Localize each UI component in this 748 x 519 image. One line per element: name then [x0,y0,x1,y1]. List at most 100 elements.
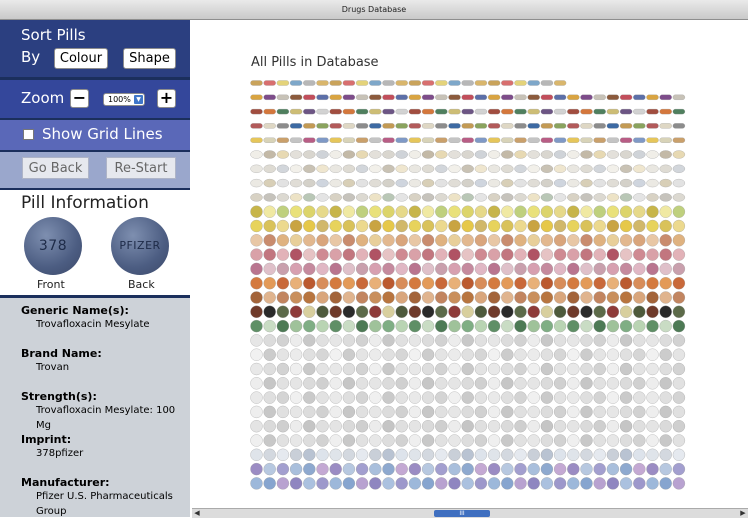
pill-thumbnail[interactable] [289,420,303,433]
pill-thumbnail[interactable] [355,205,369,218]
pill-thumbnail[interactable] [553,234,567,247]
pill-thumbnail[interactable] [527,234,540,247]
pill-thumbnail[interactable] [316,477,329,490]
pill-thumbnail[interactable] [382,262,395,276]
pill-thumbnail[interactable] [619,362,633,376]
pill-thumbnail[interactable] [289,405,303,419]
pill-thumbnail[interactable] [672,234,686,247]
pill-thumbnail[interactable] [289,80,303,86]
pill-thumbnail[interactable] [514,193,527,202]
pill-thumbnail[interactable] [369,319,382,333]
pill-thumbnail[interactable] [659,108,672,115]
pill-thumbnail[interactable] [408,434,422,447]
pill-thumbnail[interactable] [408,348,422,361]
pill-thumbnail[interactable] [659,164,672,173]
pill-thumbnail[interactable] [633,164,646,173]
pill-thumbnail[interactable] [250,205,263,218]
pill-thumbnail[interactable] [540,277,554,290]
pill-thumbnail[interactable] [250,178,263,188]
pill-thumbnail[interactable] [408,362,422,376]
pill-thumbnail[interactable] [355,434,369,447]
pill-thumbnail[interactable] [553,477,567,490]
pill-thumbnail[interactable] [316,234,329,247]
pill-thumbnail[interactable] [580,137,593,143]
pill-thumbnail[interactable] [289,462,303,476]
pill-thumbnail[interactable] [448,262,461,276]
pill-thumbnail[interactable] [672,205,686,218]
pill-thumbnail[interactable] [382,319,395,333]
pill-thumbnail[interactable] [289,305,303,318]
pill-thumbnail[interactable] [342,334,356,347]
pill-thumbnail[interactable] [646,94,659,100]
pill-thumbnail[interactable] [619,262,633,276]
pill-thumbnail[interactable] [263,405,276,419]
pill-thumbnail[interactable] [289,193,303,202]
pill-thumbnail[interactable] [659,420,672,433]
pill-thumbnail[interactable] [382,164,395,173]
pill-thumbnail[interactable] [553,94,567,100]
pill-thumbnail[interactable] [487,123,501,129]
pill-thumbnail[interactable] [514,164,527,173]
pill-thumbnail[interactable] [303,178,316,188]
pill-thumbnail[interactable] [276,420,290,433]
pill-thumbnail[interactable] [633,108,646,115]
pill-thumbnail[interactable] [606,193,620,202]
pill-canvas[interactable]: All Pills in Database [192,20,748,508]
pill-thumbnail[interactable] [289,277,303,290]
pill-thumbnail[interactable] [540,248,554,261]
pill-thumbnail[interactable] [659,205,672,218]
pill-thumbnail[interactable] [567,462,580,476]
pill-thumbnail[interactable] [527,248,540,261]
pill-thumbnail[interactable] [619,248,633,261]
pill-thumbnail[interactable] [369,448,382,461]
pill-thumbnail[interactable] [501,164,514,173]
pill-thumbnail[interactable] [540,193,554,202]
pill-thumbnail[interactable] [487,178,501,188]
pill-thumbnail[interactable] [289,362,303,376]
pill-thumbnail[interactable] [329,434,342,447]
pill-thumbnail[interactable] [606,108,620,115]
pill-thumbnail[interactable] [263,348,276,361]
pill-thumbnail[interactable] [421,94,435,100]
pill-thumbnail[interactable] [276,462,290,476]
pill-thumbnail[interactable] [606,405,620,419]
pill-thumbnail[interactable] [461,94,474,100]
pill-thumbnail[interactable] [448,434,461,447]
pill-thumbnail[interactable] [514,334,527,347]
pill-thumbnail[interactable] [540,150,554,159]
pill-thumbnail[interactable] [369,94,382,100]
pill-thumbnail[interactable] [421,477,435,490]
pill-thumbnail[interactable] [369,234,382,247]
pill-thumbnail[interactable] [276,137,290,143]
pill-thumbnail[interactable] [329,334,342,347]
pill-thumbnail[interactable] [633,348,646,361]
pill-thumbnail[interactable] [567,305,580,318]
pill-thumbnail[interactable] [369,219,382,233]
pill-thumbnail[interactable] [461,123,474,129]
pill-thumbnail[interactable] [540,319,554,333]
pill-thumbnail[interactable] [329,362,342,376]
pill-thumbnail[interactable] [487,108,501,115]
pill-thumbnail[interactable] [355,234,369,247]
pill-thumbnail[interactable] [553,334,567,347]
pill-thumbnail[interactable] [659,248,672,261]
pill-thumbnail[interactable] [408,219,422,233]
pill-thumbnail[interactable] [619,391,633,404]
pill-thumbnail[interactable] [487,94,501,100]
pill-thumbnail[interactable] [633,277,646,290]
pill-thumbnail[interactable] [606,362,620,376]
pill-thumbnail[interactable] [619,334,633,347]
pill-thumbnail[interactable] [659,334,672,347]
pill-thumbnail[interactable] [263,319,276,333]
pill-thumbnail[interactable] [382,434,395,447]
pill-thumbnail[interactable] [672,164,686,173]
pill-thumbnail[interactable] [289,94,303,100]
pill-thumbnail[interactable] [250,150,263,159]
pill-thumbnail[interactable] [593,477,606,490]
pill-thumbnail[interactable] [421,164,435,173]
pill-thumbnail[interactable] [567,391,580,404]
pill-thumbnail[interactable] [263,137,276,143]
pill-thumbnail[interactable] [461,108,474,115]
pill-thumbnail[interactable] [263,94,276,100]
pill-thumbnail[interactable] [355,248,369,261]
